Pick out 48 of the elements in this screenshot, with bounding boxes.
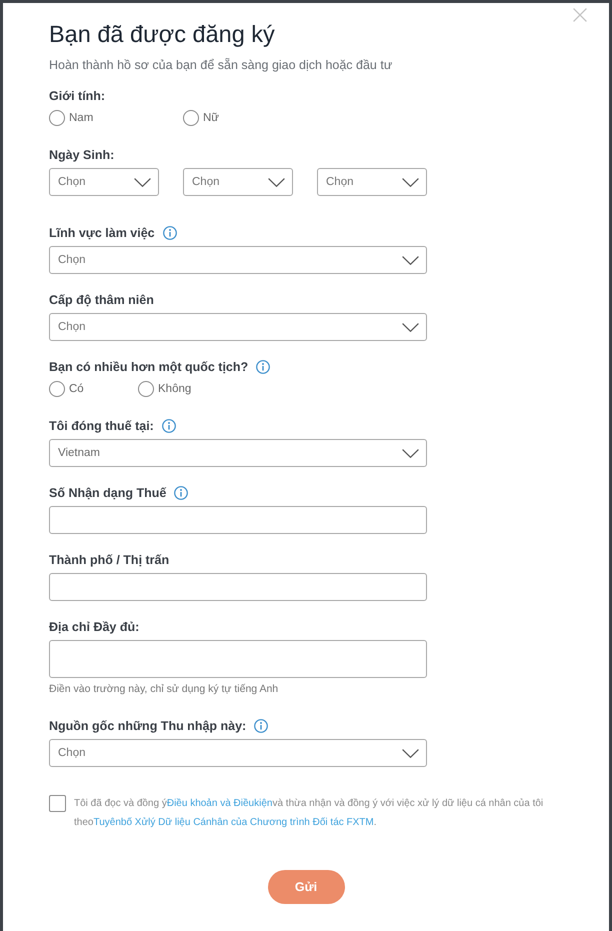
field-label: Lĩnh vực làm việc [49,225,155,241]
field-label: Thành phố / Thị trấn [49,552,170,568]
info-icon[interactable] [254,719,268,733]
text-link[interactable]: Điều khoản và Điềukiện [166,798,272,809]
radio-button[interactable] [183,110,199,126]
text-link[interactable]: Tuyênbố Xửlý Dữ liệu Cánhân của Chương trình Đối tác FXTM [93,817,374,828]
dropdown-field[interactable]: Chọn [49,739,427,767]
radio-button[interactable] [138,381,154,397]
chevron-down-icon [134,178,151,186]
dropdown-field[interactable]: Chọn [49,168,159,196]
dropdown-field[interactable]: Chọn [183,168,293,196]
chevron-down-icon [268,178,285,186]
info-icon[interactable] [174,486,188,500]
chevron-down-icon [402,448,419,458]
field-label: Tôi đóng thuế tại: [49,418,154,434]
dialog-title: Bạn đã được đăng ký [49,20,275,49]
info-icon[interactable] [256,360,270,374]
field-label: Nguồn gốc những Thu nhập này: [49,718,246,734]
text-area-field[interactable] [49,640,427,678]
dropdown-field[interactable]: Chọn [49,313,427,341]
radio-button[interactable] [49,381,65,397]
close-icon[interactable] [573,8,587,22]
input-field[interactable] [49,573,427,601]
consent-text: Tôi đã đọc và đồng ýĐiều khoản và Điềukiệnvà thừa nhận và đồng ý với việc xử lý dữ liệu cá nhân của tôi theoTuyênbố Xửlý Dữ liệu Cánhân của Chương trình Đối tác FXTM. [74,797,544,830]
field-hint: Điền vào trường này, chỉ sử dụng ký tự tiếng Anh [49,682,278,696]
radio-label[interactable]: Nam [69,110,94,126]
radio-label[interactable]: Có [69,381,84,397]
info-icon[interactable] [162,419,176,433]
input-field[interactable] [49,506,427,534]
field-label: Giới tính: [49,88,106,104]
radio-button[interactable] [49,110,65,126]
chevron-down-icon [402,256,419,264]
checkbox[interactable] [49,795,66,812]
info-icon[interactable] [162,226,177,240]
radio-label[interactable]: Không [158,381,192,397]
chevron-down-icon [402,322,419,332]
field-label: Bạn có nhiều hơn một quốc tịch? [49,359,248,375]
chevron-down-icon [402,748,419,758]
dialog-subtitle: Hoàn thành hồ sơ của bạn để sẵn sàng giao dịch hoặc đầu tư [49,57,392,73]
radio-label[interactable]: Nữ [203,110,220,126]
dropdown-field[interactable]: Vietnam [49,439,427,467]
dropdown-field[interactable]: Chọn [49,246,427,274]
field-label: Địa chỉ Đầy đủ: [49,619,140,635]
field-label: Ngày Sinh: [49,147,114,163]
field-label: Số Nhận dạng Thuế [49,485,166,501]
chevron-down-icon [402,178,419,186]
dropdown-field[interactable]: Chọn [317,168,427,196]
field-label: Cấp độ thâm niên [49,292,154,308]
